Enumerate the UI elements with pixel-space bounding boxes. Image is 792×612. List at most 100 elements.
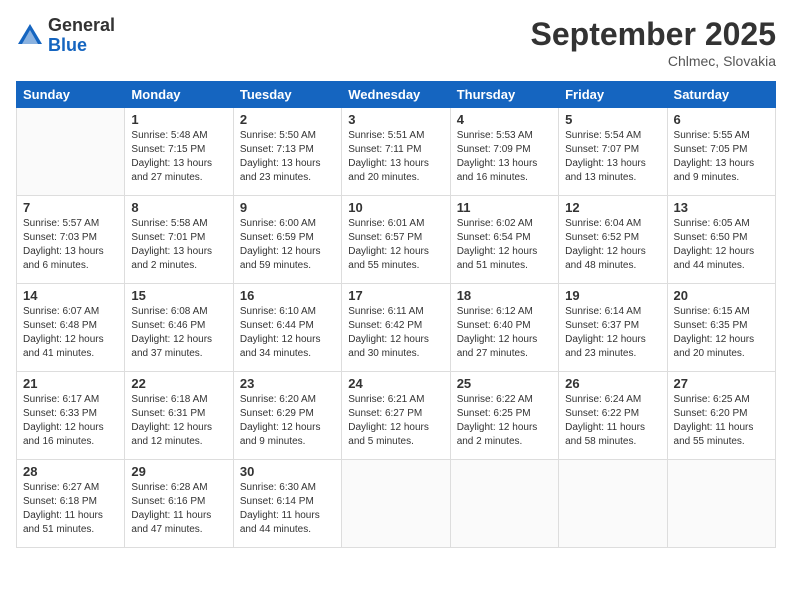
day-number: 9 bbox=[240, 200, 335, 215]
calendar-cell: 7Sunrise: 5:57 AM Sunset: 7:03 PM Daylig… bbox=[17, 196, 125, 284]
day-info: Sunrise: 6:25 AM Sunset: 6:20 PM Dayligh… bbox=[674, 393, 769, 449]
day-info: Sunrise: 5:54 AM Sunset: 7:07 PM Dayligh… bbox=[565, 129, 660, 185]
week-row-2: 7Sunrise: 5:57 AM Sunset: 7:03 PM Daylig… bbox=[17, 196, 776, 284]
calendar-cell: 26 Sunrise: 6:24 AM Sunset: 6:22 PM Dayli… bbox=[559, 372, 667, 460]
day-number: 30 bbox=[240, 464, 335, 479]
week-row-1: 1 Sunrise: 5:48 AM Sunset: 7:15 PM Daylig… bbox=[17, 108, 776, 196]
logo-blue: Blue bbox=[48, 36, 115, 56]
day-info: Sunrise: 6:22 AM Sunset: 6:25 PM Dayligh… bbox=[457, 393, 552, 449]
calendar-cell: 25Sunrise: 6:22 AM Sunset: 6:25 PM Dayli… bbox=[450, 372, 558, 460]
day-info: Sunrise: 5:55 AM Sunset: 7:05 PM Dayligh… bbox=[674, 129, 769, 185]
calendar-cell bbox=[450, 460, 558, 548]
day-info: Sunrise: 5:50 AM Sunset: 7:13 PM Dayligh… bbox=[240, 129, 335, 185]
day-info: Sunrise: 6:20 AM Sunset: 6:29 PM Dayligh… bbox=[240, 393, 335, 449]
day-number: 22 bbox=[131, 376, 226, 391]
calendar-header-row: SundayMondayTuesdayWednesdayThursdayFrid… bbox=[17, 82, 776, 108]
day-info: Sunrise: 6:10 AM Sunset: 6:44 PM Dayligh… bbox=[240, 305, 335, 361]
logo-text: General Blue bbox=[48, 16, 115, 56]
calendar-cell: 14Sunrise: 6:07 AM Sunset: 6:48 PM Dayli… bbox=[17, 284, 125, 372]
day-info: Sunrise: 5:48 AM Sunset: 7:15 PM Dayligh… bbox=[131, 129, 226, 185]
header-sunday: Sunday bbox=[17, 82, 125, 108]
calendar-cell: 13Sunrise: 6:05 AM Sunset: 6:50 PM Dayli… bbox=[667, 196, 775, 284]
calendar-cell: 22 Sunrise: 6:18 AM Sunset: 6:31 PM Dayli… bbox=[125, 372, 233, 460]
day-number: 1 bbox=[131, 112, 226, 127]
day-number: 27 bbox=[674, 376, 769, 391]
day-number: 26 bbox=[565, 376, 660, 391]
day-number: 5 bbox=[565, 112, 660, 127]
month-title: September 2025 bbox=[531, 16, 776, 53]
day-number: 4 bbox=[457, 112, 552, 127]
day-number: 23 bbox=[240, 376, 335, 391]
week-row-5: 28 Sunrise: 6:27 AM Sunset: 6:18 PM Dayli… bbox=[17, 460, 776, 548]
calendar-cell: 21Sunrise: 6:17 AM Sunset: 6:33 PM Dayli… bbox=[17, 372, 125, 460]
day-number: 18 bbox=[457, 288, 552, 303]
week-row-4: 21Sunrise: 6:17 AM Sunset: 6:33 PM Dayli… bbox=[17, 372, 776, 460]
day-number: 16 bbox=[240, 288, 335, 303]
day-info: Sunrise: 6:17 AM Sunset: 6:33 PM Dayligh… bbox=[23, 393, 118, 449]
day-number: 11 bbox=[457, 200, 552, 215]
calendar-cell: 9Sunrise: 6:00 AM Sunset: 6:59 PM Daylig… bbox=[233, 196, 341, 284]
day-info: Sunrise: 5:53 AM Sunset: 7:09 PM Dayligh… bbox=[457, 129, 552, 185]
calendar-cell: 28 Sunrise: 6:27 AM Sunset: 6:18 PM Dayli… bbox=[17, 460, 125, 548]
calendar-cell: 20Sunrise: 6:15 AM Sunset: 6:35 PM Dayli… bbox=[667, 284, 775, 372]
header-saturday: Saturday bbox=[667, 82, 775, 108]
calendar-cell: 3Sunrise: 5:51 AM Sunset: 7:11 PM Daylig… bbox=[342, 108, 450, 196]
calendar-cell: 10Sunrise: 6:01 AM Sunset: 6:57 PM Dayli… bbox=[342, 196, 450, 284]
day-number: 29 bbox=[131, 464, 226, 479]
day-info: Sunrise: 6:28 AM Sunset: 6:16 PM Dayligh… bbox=[131, 481, 226, 537]
day-info: Sunrise: 6:01 AM Sunset: 6:57 PM Dayligh… bbox=[348, 217, 443, 273]
day-number: 28 bbox=[23, 464, 118, 479]
day-info: Sunrise: 6:04 AM Sunset: 6:52 PM Dayligh… bbox=[565, 217, 660, 273]
day-number: 17 bbox=[348, 288, 443, 303]
day-info: Sunrise: 6:15 AM Sunset: 6:35 PM Dayligh… bbox=[674, 305, 769, 361]
calendar-cell: 24Sunrise: 6:21 AM Sunset: 6:27 PM Dayli… bbox=[342, 372, 450, 460]
calendar-cell: 18 Sunrise: 6:12 AM Sunset: 6:40 PM Dayli… bbox=[450, 284, 558, 372]
calendar-cell: 1 Sunrise: 5:48 AM Sunset: 7:15 PM Daylig… bbox=[125, 108, 233, 196]
calendar-cell: 5 Sunrise: 5:54 AM Sunset: 7:07 PM Daylig… bbox=[559, 108, 667, 196]
calendar: SundayMondayTuesdayWednesdayThursdayFrid… bbox=[16, 81, 776, 548]
day-number: 8 bbox=[131, 200, 226, 215]
day-info: Sunrise: 6:08 AM Sunset: 6:46 PM Dayligh… bbox=[131, 305, 226, 361]
day-info: Sunrise: 5:58 AM Sunset: 7:01 PM Dayligh… bbox=[131, 217, 226, 273]
calendar-cell: 23 Sunrise: 6:20 AM Sunset: 6:29 PM Dayli… bbox=[233, 372, 341, 460]
calendar-cell: 19Sunrise: 6:14 AM Sunset: 6:37 PM Dayli… bbox=[559, 284, 667, 372]
day-number: 19 bbox=[565, 288, 660, 303]
header-thursday: Thursday bbox=[450, 82, 558, 108]
day-number: 3 bbox=[348, 112, 443, 127]
calendar-cell: 8 Sunrise: 5:58 AM Sunset: 7:01 PM Daylig… bbox=[125, 196, 233, 284]
calendar-cell: 29 Sunrise: 6:28 AM Sunset: 6:16 PM Dayli… bbox=[125, 460, 233, 548]
page-header: General Blue September 2025 Chlmec, Slov… bbox=[16, 16, 776, 69]
day-info: Sunrise: 6:24 AM Sunset: 6:22 PM Dayligh… bbox=[565, 393, 660, 449]
header-tuesday: Tuesday bbox=[233, 82, 341, 108]
calendar-cell: 12Sunrise: 6:04 AM Sunset: 6:52 PM Dayli… bbox=[559, 196, 667, 284]
logo: General Blue bbox=[16, 16, 115, 56]
day-number: 14 bbox=[23, 288, 118, 303]
day-number: 6 bbox=[674, 112, 769, 127]
title-block: September 2025 Chlmec, Slovakia bbox=[531, 16, 776, 69]
calendar-cell: 6 Sunrise: 5:55 AM Sunset: 7:05 PM Daylig… bbox=[667, 108, 775, 196]
calendar-cell: 27 Sunrise: 6:25 AM Sunset: 6:20 PM Dayli… bbox=[667, 372, 775, 460]
calendar-cell: 11 Sunrise: 6:02 AM Sunset: 6:54 PM Dayli… bbox=[450, 196, 558, 284]
calendar-cell bbox=[559, 460, 667, 548]
calendar-cell: 17Sunrise: 6:11 AM Sunset: 6:42 PM Dayli… bbox=[342, 284, 450, 372]
calendar-cell bbox=[667, 460, 775, 548]
day-number: 24 bbox=[348, 376, 443, 391]
day-info: Sunrise: 6:12 AM Sunset: 6:40 PM Dayligh… bbox=[457, 305, 552, 361]
header-friday: Friday bbox=[559, 82, 667, 108]
day-info: Sunrise: 6:02 AM Sunset: 6:54 PM Dayligh… bbox=[457, 217, 552, 273]
day-info: Sunrise: 6:27 AM Sunset: 6:18 PM Dayligh… bbox=[23, 481, 118, 537]
day-info: Sunrise: 5:57 AM Sunset: 7:03 PM Dayligh… bbox=[23, 217, 118, 273]
calendar-cell: 16 Sunrise: 6:10 AM Sunset: 6:44 PM Dayli… bbox=[233, 284, 341, 372]
calendar-cell: 15 Sunrise: 6:08 AM Sunset: 6:46 PM Dayli… bbox=[125, 284, 233, 372]
calendar-cell: 2 Sunrise: 5:50 AM Sunset: 7:13 PM Daylig… bbox=[233, 108, 341, 196]
logo-icon bbox=[16, 22, 44, 50]
day-number: 2 bbox=[240, 112, 335, 127]
header-monday: Monday bbox=[125, 82, 233, 108]
logo-general: General bbox=[48, 16, 115, 36]
calendar-cell: 30Sunrise: 6:30 AM Sunset: 6:14 PM Dayli… bbox=[233, 460, 341, 548]
calendar-cell: 4 Sunrise: 5:53 AM Sunset: 7:09 PM Daylig… bbox=[450, 108, 558, 196]
day-number: 15 bbox=[131, 288, 226, 303]
calendar-cell bbox=[17, 108, 125, 196]
location: Chlmec, Slovakia bbox=[531, 53, 776, 69]
day-info: Sunrise: 6:18 AM Sunset: 6:31 PM Dayligh… bbox=[131, 393, 226, 449]
